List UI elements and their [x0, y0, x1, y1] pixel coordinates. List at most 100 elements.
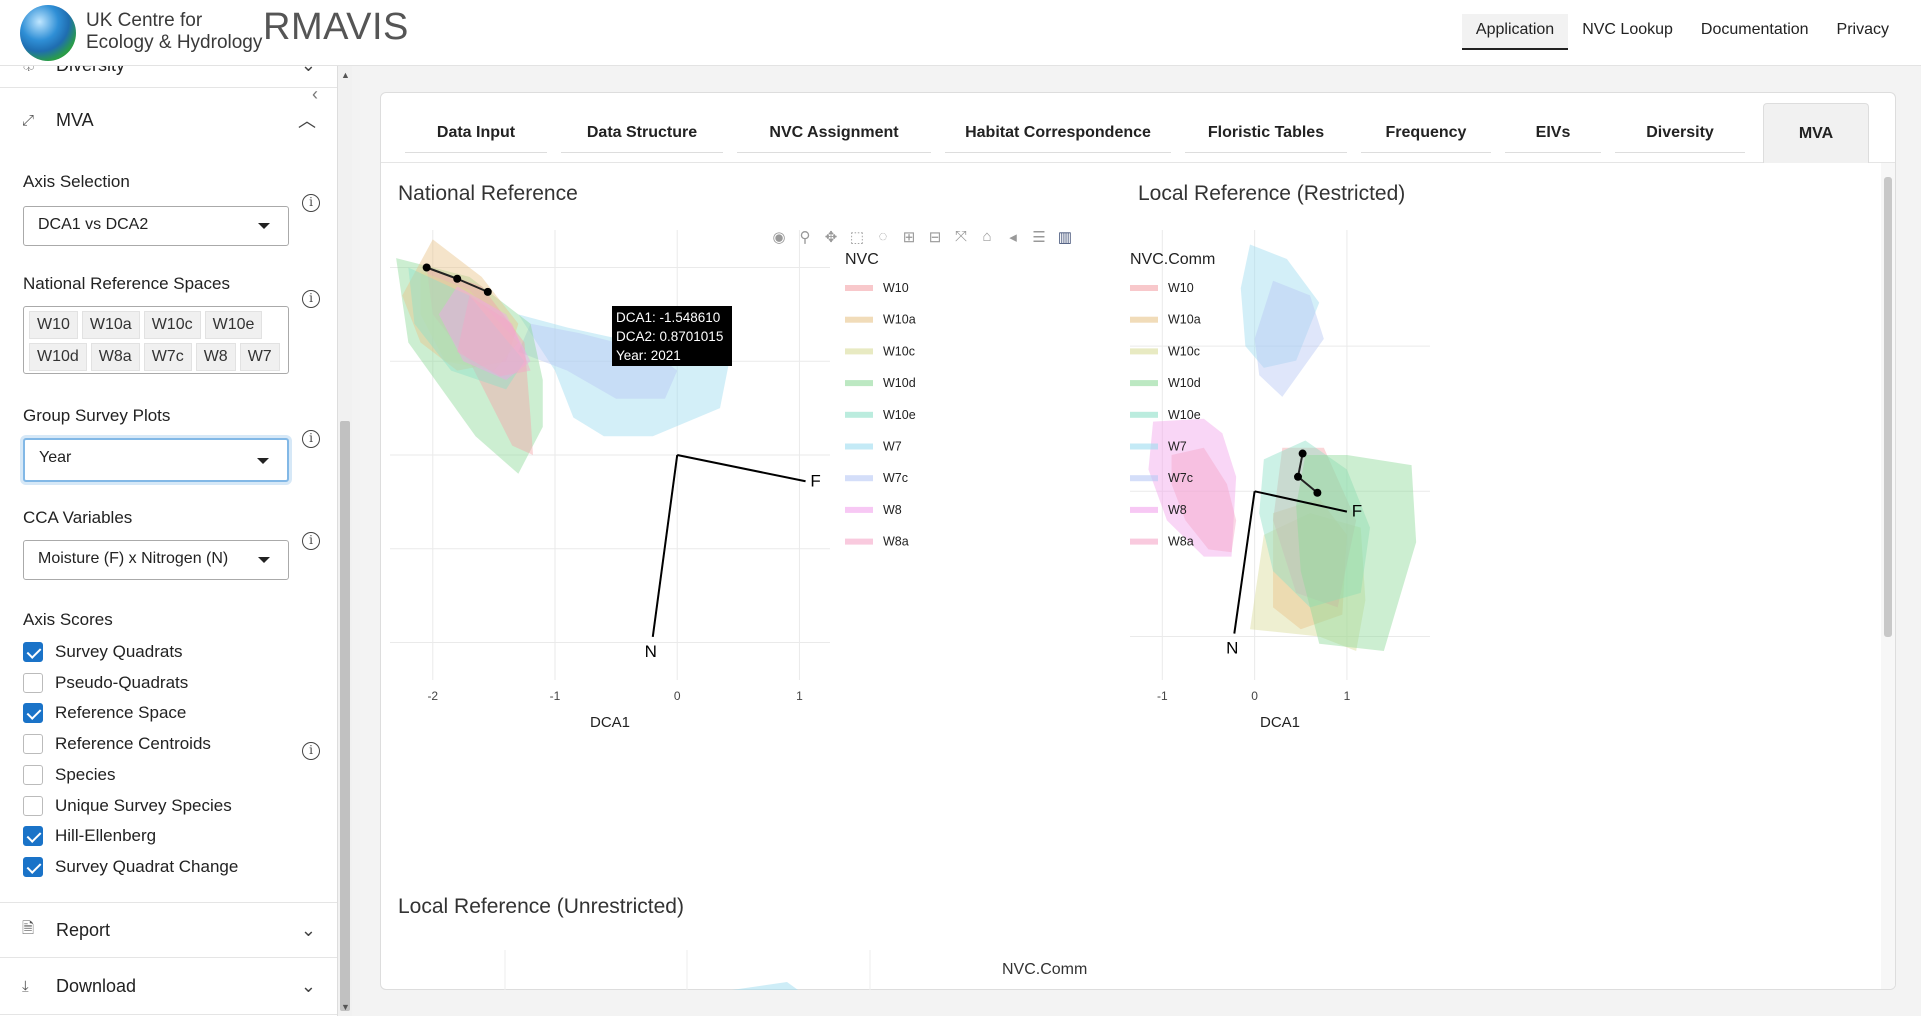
local-unrestricted-title: Local Reference (Unrestricted) [398, 895, 684, 918]
legend-swatch [1130, 316, 1158, 323]
checkbox-label: Survey Quadrats [55, 642, 183, 661]
legend-title: NVC.Comm [1002, 961, 1087, 978]
vector-label: F [810, 471, 820, 490]
content-scrollbar[interactable] [1881, 163, 1895, 989]
local-restricted-title: Local Reference (Restricted) [1138, 182, 1406, 205]
info-icon[interactable]: i [302, 532, 320, 550]
tag[interactable]: W7 [239, 343, 280, 371]
legend-item: W8a [1168, 535, 1194, 549]
x-tick-label: 1 [1344, 689, 1351, 703]
tab-label: MVA [1798, 124, 1834, 142]
checkbox[interactable] [23, 856, 43, 877]
axis-score-option[interactable]: Unique Survey Species [23, 795, 232, 816]
tab-eivs[interactable]: EIVs [1505, 103, 1601, 163]
tooltip-line1: DCA1: -1.548610 [616, 310, 721, 325]
scroll-down-icon[interactable]: ▼ [341, 1002, 350, 1012]
x-tick-label: 0 [1251, 689, 1258, 703]
tag[interactable]: W10e [204, 311, 263, 339]
nav-privacy[interactable]: Privacy [1823, 14, 1903, 50]
x-tick-label: 1 [796, 689, 803, 703]
tab-nvc-assignment[interactable]: NVC Assignment [737, 103, 931, 163]
survey-quadrat-point [483, 287, 492, 296]
checkbox[interactable] [23, 703, 43, 724]
tab-bar: Data Input Data Structure NVC Assignment… [381, 93, 1895, 163]
checkbox-label: Pseudo-Quadrats [55, 672, 189, 692]
tab-habitat-correspondence[interactable]: Habitat Correspondence [945, 103, 1171, 163]
chevron-down-icon: ⌄ [300, 976, 316, 996]
tag[interactable]: W10 [29, 311, 78, 339]
tab-diversity[interactable]: Diversity [1615, 103, 1745, 163]
vector-label: N [1226, 639, 1238, 658]
axis-score-option[interactable]: Hill-Ellenberg [23, 826, 157, 847]
tab-underline [1185, 152, 1347, 153]
hill-ellenberg-vector [677, 454, 806, 483]
scroll-up-icon[interactable]: ▲ [341, 70, 350, 80]
tab-mva[interactable]: MVA [1763, 103, 1869, 163]
info-icon[interactable]: i [302, 742, 320, 760]
accordion-diversity[interactable]: ♧ Diversity ⌄ [0, 66, 337, 88]
national-reference-plot[interactable]: -2-1011.00.50.0-0.5-1.0FNDCA1DCA2NVCW10W… [390, 230, 1110, 880]
content-scroll-thumb[interactable] [1884, 177, 1892, 637]
tag[interactable]: W8 [195, 343, 236, 371]
survey-quadrat-point [1313, 488, 1322, 497]
legend-swatch [1130, 285, 1158, 291]
sidebar-scrollbar[interactable]: ▲ ▼ [338, 66, 352, 1016]
sidebar-scroll-thumb[interactable] [340, 421, 350, 1011]
info-icon[interactable]: i [302, 430, 320, 448]
tag[interactable]: W7c [143, 343, 192, 371]
cca-vars-label: CCA Variables [23, 508, 133, 527]
tag[interactable]: W10d [29, 343, 87, 371]
nav-application[interactable]: Application [1461, 14, 1569, 50]
tab-underline [561, 152, 723, 153]
x-axis-title: DCA1 [1260, 714, 1300, 731]
axis-score-option[interactable]: Survey Quadrats [23, 642, 183, 662]
legend-swatch [1130, 443, 1158, 450]
hill-ellenberg-vector [651, 454, 679, 638]
axis-score-option[interactable]: Pseudo-Quadrats [23, 672, 189, 693]
accordion-report[interactable]: 🗎 Report ⌄ [0, 902, 337, 958]
national-ref-multiselect[interactable]: W10 W10a W10c W10e W10d W8a W7c W8 W7 [23, 306, 289, 374]
checkbox[interactable] [23, 826, 43, 847]
chevron-up-icon: ︿ [298, 111, 316, 131]
legend-item: W10a [883, 313, 916, 327]
hill-ellenberg-vector [1233, 491, 1256, 634]
vector-label: N [645, 642, 657, 661]
cca-vars-select[interactable]: Moisture (F) x Nitrogen (N) [23, 540, 289, 580]
org-line1: UK Centre for [86, 10, 203, 31]
group-plots-select[interactable]: Year [23, 438, 289, 482]
diversity-icon: ♧ [22, 66, 36, 75]
tab-frequency[interactable]: Frequency [1361, 103, 1491, 163]
nav-documentation[interactable]: Documentation [1687, 14, 1823, 50]
tag[interactable]: W10c [143, 311, 201, 339]
accordion-mva[interactable]: ⤢ MVA ︿ [0, 92, 337, 148]
nav-nvc-lookup[interactable]: NVC Lookup [1568, 14, 1687, 50]
legend-swatch [1130, 475, 1158, 482]
info-icon[interactable]: i [302, 290, 320, 308]
tab-data-input[interactable]: Data Input [405, 103, 547, 163]
checkbox[interactable] [23, 795, 43, 816]
local-unrestricted-plot[interactable]: NVC.Comm [390, 950, 1490, 990]
tag[interactable]: W8a [90, 343, 140, 371]
local-restricted-plot[interactable]: -10110-1FNDCA1DCA2NVC.CommW10W10aW10cW10… [1130, 230, 1880, 880]
tab-underline [1361, 152, 1491, 153]
axis-score-option[interactable]: Reference Centroids [23, 734, 211, 755]
tab-floristic-tables[interactable]: Floristic Tables [1185, 103, 1347, 163]
axis-score-option[interactable]: Survey Quadrat Change [23, 856, 238, 877]
legend-swatch [845, 411, 873, 418]
checkbox[interactable] [23, 642, 43, 662]
national-ref-label: National Reference Spaces [23, 274, 230, 293]
legend-item: W8 [883, 503, 902, 517]
checkbox[interactable] [23, 734, 43, 755]
axis-score-option[interactable]: Reference Space [23, 703, 186, 724]
accordion-download[interactable]: ⤓ Download ⌄ [0, 959, 337, 1015]
axis-score-option[interactable]: Species [23, 764, 115, 785]
info-icon[interactable]: i [302, 194, 320, 212]
dropdown-caret-icon [258, 223, 270, 229]
tab-data-structure[interactable]: Data Structure [561, 103, 723, 163]
tab-label: Data Structure [586, 124, 698, 141]
checkbox-label: Hill-Ellenberg [55, 826, 157, 846]
checkbox[interactable] [23, 672, 43, 693]
axis-selection-select[interactable]: DCA1 vs DCA2 [23, 206, 289, 246]
tag[interactable]: W10a [81, 311, 140, 339]
checkbox[interactable] [23, 764, 43, 785]
